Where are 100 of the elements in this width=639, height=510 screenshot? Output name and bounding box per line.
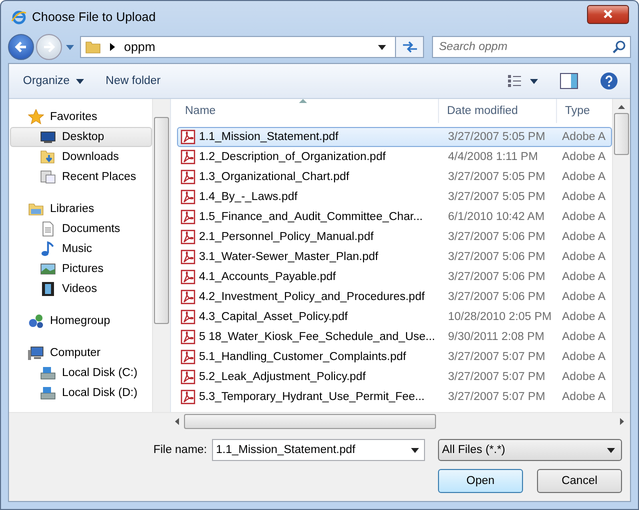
file-name: 4.3_Capital_Asset_Policy.pdf [199, 311, 348, 323]
file-name: 5.2_Leak_Adjustment_Policy.pdf [199, 371, 366, 383]
nav-item[interactable]: Desktop [10, 127, 152, 147]
nav-group-item[interactable]: Computer [9, 343, 152, 363]
scroll-left-arrow-icon[interactable] [175, 418, 179, 425]
nav-group-label: Favorites [50, 111, 98, 123]
file-name-label: File name: [153, 444, 207, 456]
file-type: Adobe A [562, 131, 606, 143]
file-type: Adobe A [562, 211, 606, 223]
pdf-file-icon [180, 129, 196, 145]
file-row[interactable]: 5.1_Handling_Customer_Complaints.pdf 3/27/2007 5:07 PM Adobe A [177, 347, 612, 367]
column-header[interactable]: Type [565, 105, 590, 117]
file-type: Adobe A [562, 391, 606, 403]
back-button[interactable] [8, 34, 34, 60]
nav-item-label: Documents [62, 223, 120, 235]
search-box[interactable]: Search oppm [432, 36, 631, 58]
view-options-button[interactable] [506, 73, 540, 89]
nav-group-item[interactable]: Libraries [9, 199, 152, 219]
file-name-input[interactable]: 1.1_Mission_Statement.pdf [213, 444, 411, 456]
pdf-file-icon [180, 149, 196, 165]
computer-icon [28, 345, 44, 361]
help-button[interactable] [598, 70, 620, 92]
scroll-up-arrow-icon[interactable] [618, 105, 625, 109]
file-name: 2.1_Personnel_Policy_Manual.pdf [199, 231, 374, 243]
file-name: 5 18_Water_Kiosk_Fee_Schedule_and_Use... [199, 331, 436, 343]
nav-item[interactable]: Recent Places [10, 167, 152, 187]
nav-item[interactable]: Pictures [10, 259, 152, 279]
nav-item[interactable]: Videos [10, 279, 152, 299]
date-modified: 6/1/2010 10:42 AM [448, 211, 545, 223]
pdf-file-icon [180, 249, 196, 265]
file-row[interactable]: 1.5_Finance_and_Audit_Committee_Char... 6/1/2010 10:42 AM Adobe A [177, 207, 612, 227]
file-type: Adobe A [562, 191, 606, 203]
file-name: 5.3_Temporary_Hydrant_Use_Permit_Fee... [199, 391, 425, 403]
nav-item[interactable]: Local Disk (C:) [10, 363, 152, 383]
file-type: Adobe A [562, 351, 606, 363]
file-type-dropdown[interactable]: All Files (*.*) [438, 439, 622, 461]
nav-item[interactable]: Documents [10, 219, 152, 239]
file-row[interactable]: 4.2_Investment_Policy_and_Procedures.pdf 3/27/2007 5:06 PM Adobe A [177, 287, 612, 307]
nav-item-label: Recent Places [62, 171, 136, 183]
scrollbar-thumb[interactable] [184, 414, 436, 429]
file-row[interactable]: 4.3_Capital_Asset_Policy.pdf 10/28/2010 2:05 PM Adobe A [177, 307, 612, 327]
nav-item[interactable]: Downloads [10, 147, 152, 167]
scrollbar-thumb[interactable] [154, 117, 169, 324]
refresh-button[interactable] [395, 37, 423, 57]
folder-icon [85, 39, 101, 55]
file-row[interactable]: 5 18_Water_Kiosk_Fee_Schedule_and_Use... 9/30/2011 2:08 PM Adobe A [177, 327, 612, 347]
file-row[interactable]: 5.2_Leak_Adjustment_Policy.pdf 3/27/2007 5:07 PM Adobe A [177, 367, 612, 387]
column-header[interactable]: Name [185, 105, 216, 117]
caret-icon[interactable] [378, 44, 386, 50]
scroll-right-arrow-icon[interactable] [620, 418, 624, 425]
preview-pane-button[interactable] [558, 71, 580, 91]
document-icon [40, 221, 56, 237]
horizontal-scrollbar[interactable] [9, 412, 630, 430]
caret-icon[interactable] [411, 448, 419, 452]
nav-item[interactable]: Music [10, 239, 152, 259]
nav-item-label: Music [62, 243, 92, 255]
search-icon [612, 40, 626, 54]
file-row[interactable]: 4.1_Accounts_Payable.pdf 3/27/2007 5:06 PM Adobe A [177, 267, 612, 287]
nav-group-item[interactable]: Homegroup [9, 311, 152, 331]
file-type: Adobe A [562, 251, 606, 263]
right-arrow-icon [42, 40, 56, 54]
file-type: Adobe A [562, 271, 606, 283]
file-row[interactable]: 1.3_Organizational_Chart.pdf 3/27/2007 5:05 PM Adobe A [177, 167, 612, 187]
file-type: Adobe A [562, 171, 606, 183]
organize-menu-button[interactable]: Organize [19, 72, 88, 90]
file-row[interactable]: 5.3_Temporary_Hydrant_Use_Permit_Fee... 3/27/2007 5:07 PM Adobe A [177, 387, 612, 407]
scrollbar-thumb[interactable] [614, 113, 629, 155]
monitor-icon [40, 129, 56, 145]
nav-item[interactable]: Local Disk (D:) [10, 383, 152, 403]
cancel-button[interactable]: Cancel [537, 469, 622, 493]
pdf-file-icon [180, 309, 196, 325]
recent-locations-caret-icon[interactable] [66, 44, 74, 50]
open-button[interactable]: Open [438, 469, 523, 493]
file-list-scrollbar[interactable] [612, 99, 630, 412]
file-row[interactable]: 1.2_Description_of_Organization.pdf 4/4/2008 1:11 PM Adobe A [177, 147, 612, 167]
file-name: 5.1_Handling_Customer_Complaints.pdf [199, 351, 406, 363]
nav-scrollbar[interactable] [152, 99, 170, 412]
pdf-file-icon [180, 349, 196, 365]
forward-button[interactable] [36, 34, 62, 60]
address-bar[interactable]: oppm [80, 36, 424, 58]
file-name: 4.1_Accounts_Payable.pdf [199, 271, 336, 283]
file-row[interactable]: 1.4_By_-_Laws.pdf 3/27/2007 5:05 PM Adobe A [177, 187, 612, 207]
refresh-icon [402, 40, 418, 54]
date-modified: 3/27/2007 5:06 PM [448, 231, 546, 243]
column-header[interactable]: Date modified [447, 105, 518, 117]
close-button[interactable] [587, 4, 629, 24]
new-folder-button[interactable]: New folder [102, 72, 165, 90]
nav-group-item[interactable]: Favorites [9, 107, 152, 127]
browser-logo-icon [11, 9, 27, 25]
nav-item-label: Videos [62, 283, 97, 295]
picture-icon [40, 261, 56, 277]
file-row[interactable]: 1.1_Mission_Statement.pdf 3/27/2007 5:05 PM Adobe A [177, 127, 612, 147]
file-row[interactable]: 2.1_Personnel_Policy_Manual.pdf 3/27/2007 5:06 PM Adobe A [177, 227, 612, 247]
file-name-field[interactable]: 1.1_Mission_Statement.pdf [212, 439, 425, 461]
disk-drive-icon [40, 365, 56, 381]
file-row[interactable]: 3.1_Water-Sewer_Master_Plan.pdf 3/27/2007 5:06 PM Adobe A [177, 247, 612, 267]
date-modified: 3/27/2007 5:05 PM [448, 131, 546, 143]
date-modified: 3/27/2007 5:06 PM [448, 251, 546, 263]
nav-item-label: Desktop [62, 131, 104, 143]
file-name: 4.2_Investment_Policy_and_Procedures.pdf [199, 291, 425, 303]
